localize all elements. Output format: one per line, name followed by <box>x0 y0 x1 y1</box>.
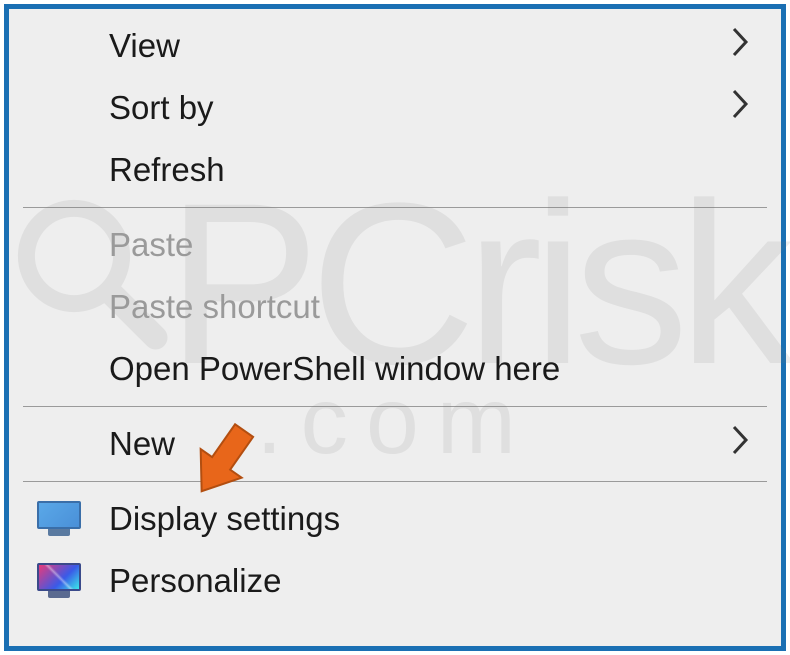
menu-label: Paste shortcut <box>109 288 761 326</box>
menu-item-new[interactable]: New <box>9 413 781 475</box>
desktop-context-menu: PCrisk .com View Sort by Refresh Paste P… <box>4 4 786 651</box>
menu-item-open-powershell[interactable]: Open PowerShell window here <box>9 338 781 400</box>
menu-label: Personalize <box>109 562 761 600</box>
monitor-icon <box>37 501 81 537</box>
chevron-right-icon <box>729 88 753 129</box>
menu-item-refresh[interactable]: Refresh <box>9 139 781 201</box>
menu-label: Display settings <box>109 500 761 538</box>
chevron-right-icon <box>729 26 753 67</box>
chevron-right-icon <box>729 424 753 465</box>
menu-item-paste: Paste <box>9 214 781 276</box>
menu-separator <box>23 406 767 407</box>
menu-separator <box>23 207 767 208</box>
menu-label: New <box>109 425 729 463</box>
menu-separator <box>23 481 767 482</box>
menu-item-display-settings[interactable]: Display settings <box>9 488 781 550</box>
menu-item-paste-shortcut: Paste shortcut <box>9 276 781 338</box>
menu-item-sort-by[interactable]: Sort by <box>9 77 781 139</box>
menu-label: View <box>109 27 729 65</box>
personalize-icon <box>37 563 81 599</box>
menu-item-personalize[interactable]: Personalize <box>9 550 781 612</box>
menu-label: Refresh <box>109 151 761 189</box>
menu-label: Sort by <box>109 89 729 127</box>
menu-label: Paste <box>109 226 761 264</box>
menu-label: Open PowerShell window here <box>109 350 761 388</box>
menu-item-view[interactable]: View <box>9 15 781 77</box>
